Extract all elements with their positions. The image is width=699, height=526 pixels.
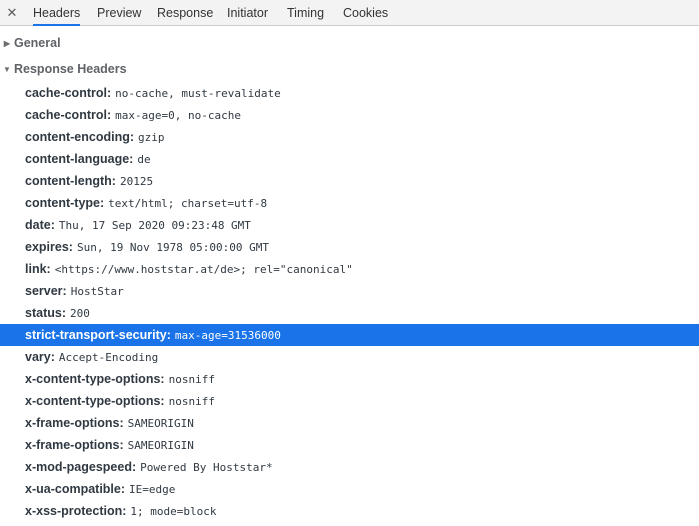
devtools-tab-bar: ✕ Headers Preview Response Initiator Tim… — [0, 0, 699, 26]
header-separator: : — [129, 152, 134, 166]
header-separator: : — [100, 196, 105, 210]
header-separator: : — [111, 174, 116, 188]
header-row[interactable]: server: HostStar — [0, 280, 699, 302]
header-separator: : — [106, 86, 112, 100]
header-separator: : — [106, 108, 112, 122]
section-response-headers[interactable]: ▼ Response Headers — [0, 58, 127, 80]
tab-initiator[interactable]: Initiator — [227, 0, 268, 26]
header-row[interactable]: x-ua-compatible: IE=edge — [0, 478, 699, 500]
header-value: Accept-Encoding — [58, 351, 159, 364]
header-separator: : — [61, 306, 66, 320]
header-name: cache-control — [25, 108, 107, 122]
header-value: gzip — [138, 131, 165, 144]
header-name: expires — [25, 240, 69, 254]
header-value: text/html; charset=utf-8 — [108, 197, 268, 210]
header-row[interactable]: x-content-type-options: nosniff — [0, 368, 699, 390]
section-general-label: General — [14, 36, 61, 50]
header-separator: : — [68, 240, 73, 254]
header-value: Powered By Hoststar* — [140, 461, 273, 474]
header-value: HostStar — [70, 285, 124, 298]
header-name: x-frame-options — [25, 416, 120, 430]
header-row[interactable]: content-length: 20125 — [0, 170, 699, 192]
header-separator: : — [62, 284, 67, 298]
header-name: content-length — [25, 174, 112, 188]
header-row[interactable]: expires: Sun, 19 Nov 1978 05:00:00 GMT — [0, 236, 699, 258]
header-value: 200 — [70, 307, 90, 320]
header-name: cache-control — [25, 86, 107, 100]
header-separator: : — [50, 218, 55, 232]
header-row[interactable]: x-mod-pagespeed: Powered By Hoststar* — [0, 456, 699, 478]
header-row[interactable]: strict-transport-security: max-age=315360… — [0, 324, 699, 346]
header-name: vary — [25, 350, 51, 364]
header-value: 20125 — [119, 175, 154, 188]
header-value: de — [137, 153, 151, 166]
header-name: content-encoding — [25, 130, 130, 144]
header-row[interactable]: content-encoding: gzip — [0, 126, 699, 148]
header-separator: : — [46, 262, 51, 276]
header-value: Thu, 17 Sep 2020 09:23:48 GMT — [58, 219, 251, 232]
header-separator: : — [122, 504, 127, 518]
header-separator: : — [160, 394, 165, 408]
close-icon[interactable]: ✕ — [0, 0, 24, 26]
header-value: <https://www.hoststar.at/de>; rel="canon… — [54, 263, 353, 276]
header-separator: : — [119, 438, 124, 452]
tab-headers[interactable]: Headers — [33, 0, 81, 26]
header-value: no-cache, must-revalidate — [115, 87, 281, 100]
header-name: date — [25, 218, 51, 232]
tab-cookies[interactable]: Cookies — [343, 0, 388, 26]
header-name: x-frame-options — [25, 438, 120, 452]
header-name: x-xss-protection — [25, 504, 123, 518]
header-name: status — [25, 306, 62, 320]
header-row[interactable]: status: 200 — [0, 302, 699, 324]
section-response-headers-label: Response Headers — [14, 62, 127, 76]
header-value: 1; mode=block — [130, 505, 217, 518]
header-name: strict-transport-security — [25, 328, 167, 342]
header-separator: : — [50, 350, 55, 364]
header-value: nosniff — [168, 373, 215, 386]
triangle-right-icon: ▶ — [3, 39, 11, 48]
header-separator: : — [129, 130, 135, 144]
tab-timing[interactable]: Timing — [287, 0, 324, 26]
header-value: max-age=0, no-cache — [115, 109, 241, 122]
section-general[interactable]: ▶ General — [0, 32, 61, 54]
header-name: link — [25, 262, 47, 276]
header-value: nosniff — [168, 395, 215, 408]
header-separator: : — [119, 416, 124, 430]
header-row[interactable]: cache-control: max-age=0, no-cache — [0, 104, 699, 126]
header-name: server — [25, 284, 63, 298]
header-row[interactable]: x-xss-protection: 1; mode=block — [0, 500, 699, 522]
header-row[interactable]: date: Thu, 17 Sep 2020 09:23:48 GMT — [0, 214, 699, 236]
header-separator: : — [160, 372, 165, 386]
header-name: x-mod-pagespeed — [25, 460, 132, 474]
triangle-down-icon: ▼ — [3, 65, 11, 74]
header-row[interactable]: x-frame-options: SAMEORIGIN — [0, 434, 699, 456]
header-row[interactable]: content-language: de — [0, 148, 699, 170]
header-value: max-age=31536000 — [174, 329, 281, 342]
header-row[interactable]: link: <https://www.hoststar.at/de>; rel="… — [0, 258, 699, 280]
header-name: x-content-type-options — [25, 394, 161, 408]
header-name: x-ua-compatible — [25, 482, 121, 496]
header-value: Sun, 19 Nov 1978 05:00:00 GMT — [76, 241, 270, 254]
header-row[interactable]: x-frame-options: SAMEORIGIN — [0, 412, 699, 434]
header-value: SAMEORIGIN — [127, 417, 194, 430]
header-row[interactable]: x-content-type-options: nosniff — [0, 390, 699, 412]
tab-preview[interactable]: Preview — [97, 0, 141, 26]
header-value: SAMEORIGIN — [127, 439, 194, 452]
header-value: IE=edge — [129, 483, 176, 496]
header-row[interactable]: cache-control: no-cache, must-revalidate — [0, 82, 699, 104]
header-name: content-type — [25, 196, 100, 210]
header-separator: : — [131, 460, 137, 474]
header-row[interactable]: vary: Accept-Encoding — [0, 346, 699, 368]
header-separator: : — [166, 328, 171, 342]
header-name: content-language — [25, 152, 130, 166]
header-separator: : — [120, 482, 126, 496]
tab-response[interactable]: Response — [157, 0, 213, 26]
header-name: x-content-type-options — [25, 372, 161, 386]
header-row[interactable]: content-type: text/html; charset=utf-8 — [0, 192, 699, 214]
